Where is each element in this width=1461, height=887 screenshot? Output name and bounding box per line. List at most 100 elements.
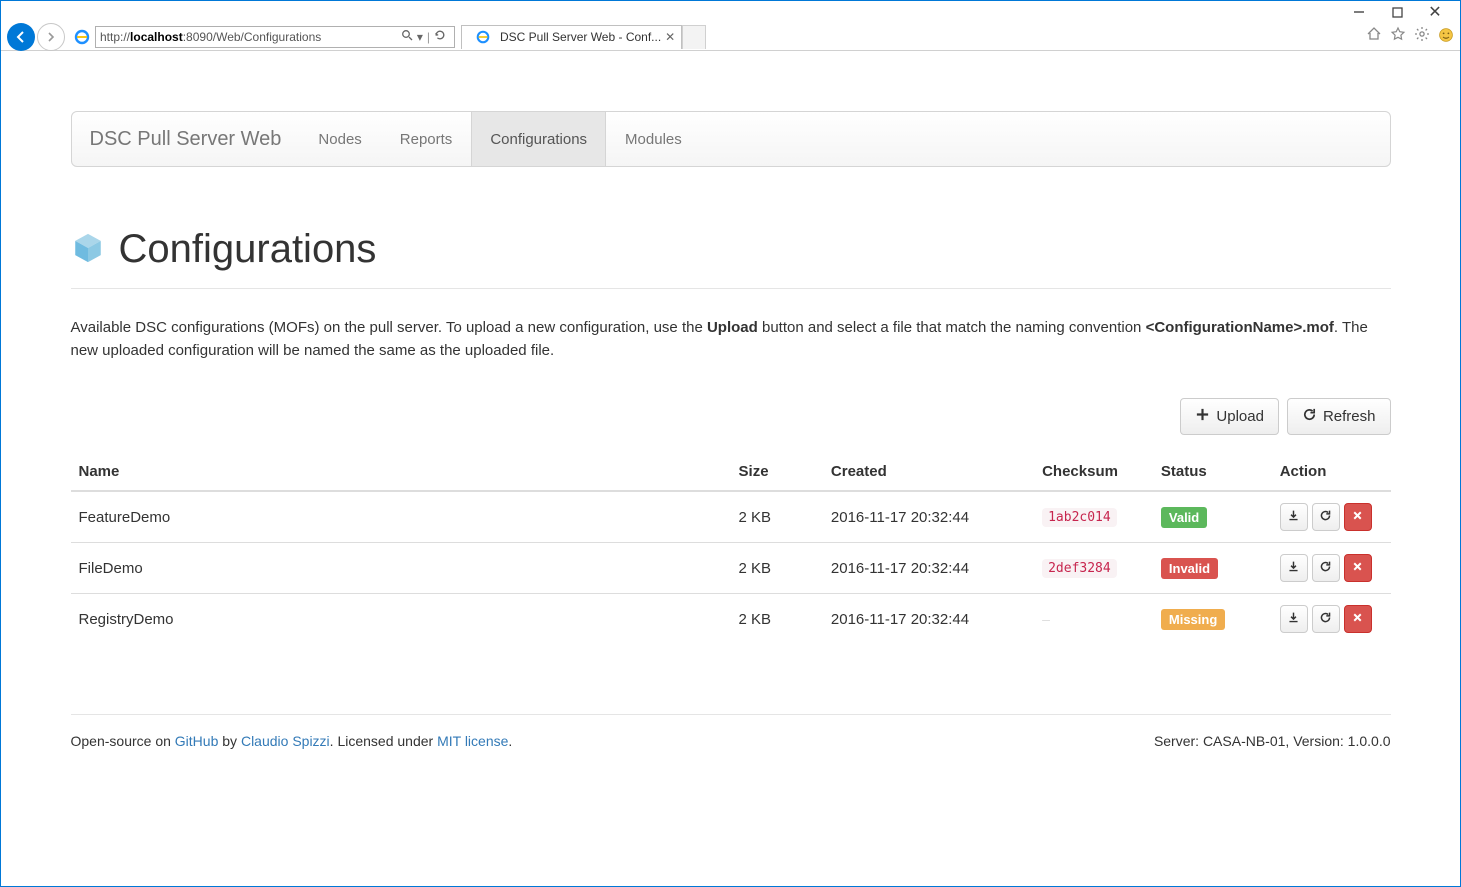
actions-row: Upload Refresh bbox=[71, 398, 1391, 435]
cell-name: FileDemo bbox=[71, 543, 731, 594]
tab-close-icon[interactable]: ✕ bbox=[665, 30, 675, 44]
browser-window: ✕ http://localhost:8090/Web/Configuratio… bbox=[0, 0, 1461, 887]
cell-size: 2 KB bbox=[731, 543, 823, 594]
cell-status: Invalid bbox=[1153, 543, 1272, 594]
upload-button[interactable]: Upload bbox=[1180, 398, 1279, 435]
refresh-icon bbox=[1319, 560, 1332, 577]
window-maximize-button[interactable] bbox=[1378, 2, 1416, 22]
author-link[interactable]: Claudio Spizzi bbox=[241, 733, 330, 749]
tab-title: DSC Pull Server Web - Conf... bbox=[500, 30, 661, 44]
nav-item-nodes[interactable]: Nodes bbox=[299, 112, 380, 166]
cell-checksum: — bbox=[1034, 594, 1153, 645]
download-button[interactable] bbox=[1280, 554, 1308, 582]
delete-button[interactable] bbox=[1344, 605, 1372, 633]
close-icon bbox=[1351, 509, 1364, 526]
cell-size: 2 KB bbox=[731, 491, 823, 543]
col-status: Status bbox=[1153, 453, 1272, 491]
nav-back-button[interactable] bbox=[7, 23, 35, 51]
cell-created: 2016-11-17 20:32:44 bbox=[823, 543, 1034, 594]
checksum-value: — bbox=[1042, 613, 1050, 628]
emoji-face-icon[interactable] bbox=[1438, 27, 1454, 46]
download-button[interactable] bbox=[1280, 605, 1308, 633]
plus-icon bbox=[1195, 407, 1210, 426]
footer-right: Server: CASA-NB-01, Version: 1.0.0.0 bbox=[1154, 733, 1391, 749]
cell-created: 2016-11-17 20:32:44 bbox=[823, 594, 1034, 645]
home-icon[interactable] bbox=[1366, 26, 1382, 47]
refresh-icon bbox=[1319, 509, 1332, 526]
navbar: DSC Pull Server Web Nodes Reports Config… bbox=[71, 111, 1391, 167]
delete-button[interactable] bbox=[1344, 503, 1372, 531]
cell-created: 2016-11-17 20:32:44 bbox=[823, 491, 1034, 543]
status-badge: Valid bbox=[1161, 507, 1207, 528]
browser-toolbar: http://localhost:8090/Web/Configurations… bbox=[1, 23, 1460, 51]
recalc-button[interactable] bbox=[1312, 503, 1340, 531]
page-container: DSC Pull Server Web Nodes Reports Config… bbox=[71, 51, 1391, 769]
nav-forward-button[interactable] bbox=[37, 23, 65, 51]
download-icon bbox=[1287, 560, 1300, 577]
configurations-table: Name Size Created Checksum Status Action… bbox=[71, 453, 1391, 644]
nav-item-reports[interactable]: Reports bbox=[381, 112, 472, 166]
dropdown-caret-icon[interactable]: ▾ bbox=[417, 30, 423, 44]
download-icon bbox=[1287, 611, 1300, 628]
cell-size: 2 KB bbox=[731, 594, 823, 645]
toolbar-right bbox=[1366, 26, 1454, 47]
col-name: Name bbox=[71, 453, 731, 491]
url-suffix: :8090/Web/Configurations bbox=[183, 30, 322, 44]
page-viewport: DSC Pull Server Web Nodes Reports Config… bbox=[1, 51, 1460, 886]
cell-checksum: 1ab2c014 bbox=[1034, 491, 1153, 543]
cell-checksum: 2def3284 bbox=[1034, 543, 1153, 594]
page-header: Configurations bbox=[71, 227, 1391, 289]
cell-name: RegistryDemo bbox=[71, 594, 731, 645]
cell-action bbox=[1272, 594, 1391, 645]
table-row: FeatureDemo2 KB2016-11-17 20:32:44 1ab2c0… bbox=[71, 491, 1391, 543]
table-row: FileDemo2 KB2016-11-17 20:32:44 2def3284 I… bbox=[71, 543, 1391, 594]
delete-button[interactable] bbox=[1344, 554, 1372, 582]
url-host: localhost bbox=[130, 30, 183, 44]
nav-item-configurations[interactable]: Configurations bbox=[471, 112, 606, 166]
search-icon[interactable] bbox=[401, 29, 413, 44]
window-minimize-button[interactable] bbox=[1340, 2, 1378, 22]
refresh-button[interactable]: Refresh bbox=[1287, 398, 1391, 435]
download-button[interactable] bbox=[1280, 503, 1308, 531]
cell-name: FeatureDemo bbox=[71, 491, 731, 543]
favorites-icon[interactable] bbox=[1390, 26, 1406, 47]
close-icon bbox=[1351, 560, 1364, 577]
window-titlebar: ✕ bbox=[1, 1, 1460, 23]
address-bar[interactable]: http://localhost:8090/Web/Configurations… bbox=[95, 26, 455, 48]
cell-status: Missing bbox=[1153, 594, 1272, 645]
ie-icon bbox=[73, 28, 91, 46]
status-badge: Invalid bbox=[1161, 558, 1218, 579]
recalc-button[interactable] bbox=[1312, 605, 1340, 633]
refresh-icon bbox=[1319, 611, 1332, 628]
refresh-icon bbox=[1302, 407, 1317, 426]
col-created: Created bbox=[823, 453, 1034, 491]
col-size: Size bbox=[731, 453, 823, 491]
col-action: Action bbox=[1272, 453, 1391, 491]
footer: Open-source on GitHub by Claudio Spizzi.… bbox=[71, 714, 1391, 749]
ie-icon bbox=[474, 28, 492, 46]
cell-action bbox=[1272, 491, 1391, 543]
page-description: Available DSC configurations (MOFs) on t… bbox=[71, 317, 1391, 362]
cell-action bbox=[1272, 543, 1391, 594]
page-title: Configurations bbox=[119, 227, 377, 272]
license-link[interactable]: MIT license bbox=[437, 733, 508, 749]
checksum-value: 1ab2c014 bbox=[1042, 508, 1117, 527]
reload-icon[interactable] bbox=[434, 29, 446, 44]
recalc-button[interactable] bbox=[1312, 554, 1340, 582]
download-icon bbox=[1287, 509, 1300, 526]
window-close-button[interactable]: ✕ bbox=[1416, 2, 1454, 22]
nav-item-modules[interactable]: Modules bbox=[606, 112, 701, 166]
address-right: ▾ | bbox=[401, 29, 450, 44]
tab-strip: DSC Pull Server Web - Conf... ✕ bbox=[461, 25, 706, 49]
col-checksum: Checksum bbox=[1034, 453, 1153, 491]
cube-icon bbox=[71, 231, 105, 268]
browser-tab[interactable]: DSC Pull Server Web - Conf... ✕ bbox=[461, 25, 682, 49]
navbar-brand[interactable]: DSC Pull Server Web bbox=[72, 112, 300, 166]
table-row: RegistryDemo2 KB2016-11-17 20:32:44 — Miss… bbox=[71, 594, 1391, 645]
status-badge: Missing bbox=[1161, 609, 1225, 630]
settings-icon[interactable] bbox=[1414, 26, 1430, 47]
github-link[interactable]: GitHub bbox=[175, 733, 219, 749]
url-prefix: http:// bbox=[100, 30, 130, 44]
new-tab-button[interactable] bbox=[682, 25, 706, 49]
checksum-value: 2def3284 bbox=[1042, 559, 1117, 578]
